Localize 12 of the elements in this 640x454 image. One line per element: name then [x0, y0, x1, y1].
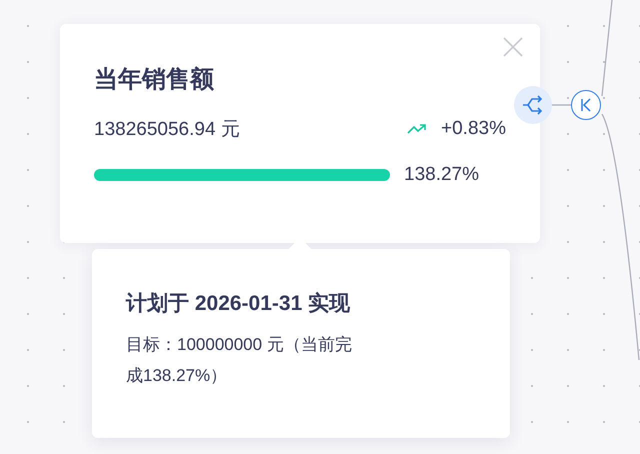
- collapse-node-button[interactable]: [571, 90, 601, 120]
- trend-up-icon: [407, 123, 428, 135]
- target-text: 目标：100000000 元（当前完成138.27%）: [126, 334, 353, 387]
- plan-title: 计划于 2026-01-31 实现: [126, 290, 352, 317]
- change-percent: +0.83%: [441, 118, 506, 140]
- close-icon: [502, 36, 524, 58]
- connector-line: [551, 104, 571, 106]
- card-title: 当年销售额: [94, 65, 215, 95]
- progress-percent: 138.27%: [404, 164, 480, 186]
- collapse-icon: [579, 98, 593, 112]
- branch-icon: [522, 95, 544, 115]
- sales-amount: 138265056.94 元: [94, 118, 240, 142]
